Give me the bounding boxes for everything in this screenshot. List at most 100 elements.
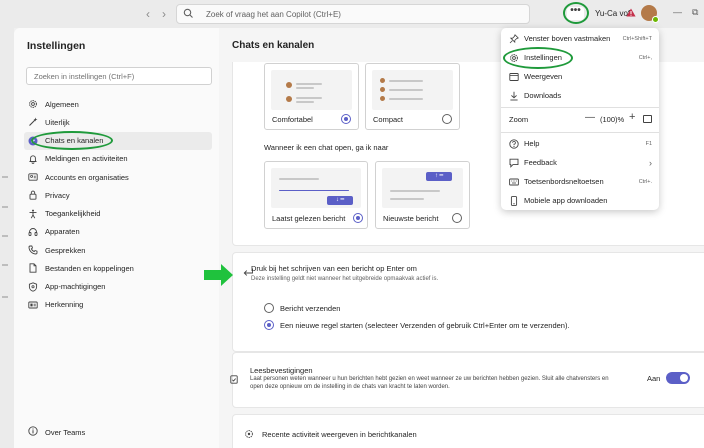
settings-title: Instellingen xyxy=(27,40,86,52)
menu-item-label: Weergeven xyxy=(524,72,563,81)
preview-line xyxy=(296,87,314,89)
info-icon xyxy=(28,426,38,438)
preview-line xyxy=(390,190,440,192)
open-chat-radio-last-read[interactable] xyxy=(353,213,363,223)
preview-jump-pill: ↑ ━ xyxy=(426,172,452,181)
file-icon xyxy=(28,263,38,274)
sidebar-item-accounts[interactable]: Accounts en organisaties xyxy=(24,168,212,186)
density-radio-comfortable[interactable] xyxy=(341,114,351,124)
forward-arrow-icon[interactable]: › xyxy=(162,7,166,21)
open-chat-option-newest[interactable]: ↑ ━ Nieuwste bericht xyxy=(375,161,470,229)
minimize-icon[interactable]: — xyxy=(673,7,682,17)
menu-item-view[interactable]: Weergeven xyxy=(501,67,659,86)
enter-radio-send[interactable] xyxy=(264,303,274,313)
warning-icon[interactable] xyxy=(626,8,636,17)
sidebar-item-general[interactable]: Algemeen xyxy=(24,95,212,113)
back-arrow-icon[interactable]: ‹ xyxy=(146,7,150,21)
sidebar-item-label: Algemeen xyxy=(45,99,79,109)
sidebar-item-label: Bestanden en koppelingen xyxy=(45,263,134,273)
sidebar-item-calls[interactable]: Gesprekken xyxy=(24,241,212,259)
open-chat-option-last-read[interactable]: ↓ ━ Laatst gelezen bericht xyxy=(264,161,368,229)
menu-item-settings[interactable]: Instellingen Ctrl+, xyxy=(501,48,659,67)
keyboard-icon xyxy=(509,177,519,187)
last-read-preview: ↓ ━ xyxy=(271,168,361,208)
sidebar-item-recognition[interactable]: Herkenning xyxy=(24,296,212,314)
rail-marker xyxy=(2,176,8,178)
preview-jump-pill: ↓ ━ xyxy=(327,196,353,205)
preview-line xyxy=(389,98,423,100)
title-bar: ‹ › Zoek of vraag het aan Copilot (Ctrl+… xyxy=(0,0,704,28)
preview-line xyxy=(296,101,314,103)
comfortable-preview xyxy=(271,70,352,110)
restore-icon[interactable]: ⧉ xyxy=(692,7,698,18)
account-icon xyxy=(28,172,38,182)
density-option-comfortable[interactable]: Comfortabel xyxy=(264,63,359,130)
submenu-chevron-icon: › xyxy=(649,157,652,168)
menu-item-label: Toetsenbordsneltoetsen xyxy=(524,177,604,186)
preview-avatar xyxy=(380,96,385,101)
settings-search-input[interactable]: Zoeken in instellingen (Ctrl+F) xyxy=(26,67,212,85)
more-options-menu: Venster boven vastmaken Ctrl+Shift+T Ins… xyxy=(501,28,659,210)
zoom-in-button[interactable]: + xyxy=(629,111,635,123)
open-chat-option-label: Nieuwste bericht xyxy=(383,214,439,223)
sidebar-item-chats-channels[interactable]: Chats en kanalen xyxy=(24,131,212,150)
open-chat-radio-newest[interactable] xyxy=(452,213,462,223)
sidebar-item-label: Herkenning xyxy=(45,300,84,310)
sidebar-item-label: Apparaten xyxy=(45,227,80,237)
sidebar-item-label: Meldingen en activiteiten xyxy=(45,154,128,164)
menu-item-shortcut: Ctrl+Shift+T xyxy=(622,35,652,42)
avatar[interactable] xyxy=(641,5,659,23)
sidebar-item-files[interactable]: Bestanden en koppelingen xyxy=(24,259,212,277)
zoom-row: Zoom — (100)% + xyxy=(509,111,652,126)
accessibility-icon xyxy=(28,209,38,219)
read-receipts-toggle[interactable] xyxy=(666,372,690,384)
sidebar-item-app-permissions[interactable]: App-machtigingen xyxy=(24,278,212,296)
density-option-compact[interactable]: Compact xyxy=(365,63,460,130)
preview-line xyxy=(389,80,423,82)
menu-item-help[interactable]: Help F1 xyxy=(501,134,659,153)
sidebar-item-notifications[interactable]: Meldingen en activiteiten xyxy=(24,150,212,168)
density-radio-compact[interactable] xyxy=(442,114,452,124)
read-receipt-icon xyxy=(230,375,238,384)
presence-dot xyxy=(652,16,659,23)
menu-item-label: Instellingen xyxy=(524,53,562,62)
sidebar-item-appearance[interactable]: Uiterlijk xyxy=(24,113,212,131)
settings-sidebar: Instellingen Zoeken in instellingen (Ctr… xyxy=(14,28,219,448)
preview-line xyxy=(390,198,424,200)
more-options-button[interactable]: ••• xyxy=(567,6,584,20)
sidebar-item-privacy[interactable]: Privacy xyxy=(24,186,212,204)
menu-item-keyboard-shortcuts[interactable]: Toetsenbordsneltoetsen Ctrl+. xyxy=(501,172,659,191)
menu-item-feedback[interactable]: Feedback › xyxy=(501,153,659,172)
badge-icon xyxy=(28,300,38,310)
menu-item-downloads[interactable]: Downloads xyxy=(501,86,659,105)
about-teams-link[interactable]: Over Teams xyxy=(28,426,85,438)
wand-icon xyxy=(28,117,38,127)
menu-item-pin-window[interactable]: Venster boven vastmaken Ctrl+Shift+T xyxy=(501,29,659,48)
read-receipts-toggle-label: Aan xyxy=(647,374,661,383)
fullscreen-icon[interactable] xyxy=(643,115,652,123)
gear-icon xyxy=(509,53,519,63)
chat-icon xyxy=(28,136,38,146)
about-teams-label: Over Teams xyxy=(45,427,86,437)
enter-option-newline[interactable]: Een nieuwe regel starten (selecteer Verz… xyxy=(264,320,570,330)
view-icon xyxy=(509,72,519,82)
sidebar-item-accessibility[interactable]: Toegankelijkheid xyxy=(24,205,212,223)
zoom-value: (100)% xyxy=(600,115,625,124)
search-input[interactable]: Zoek of vraag het aan Copilot (Ctrl+E) xyxy=(176,4,530,24)
newest-preview: ↑ ━ xyxy=(382,168,463,208)
feedback-icon xyxy=(509,158,519,168)
sidebar-item-devices[interactable]: Apparaten xyxy=(24,223,212,241)
org-label[interactable]: Yu-Ca vof xyxy=(595,9,630,18)
menu-item-mobile-app[interactable]: Mobiele app downloaden xyxy=(501,191,659,210)
rail-marker xyxy=(2,264,8,266)
enter-radio-newline[interactable] xyxy=(264,320,274,330)
menu-item-label: Venster boven vastmaken xyxy=(524,34,611,43)
enter-setting-title: Druk bij het schrijven van een bericht o… xyxy=(251,264,417,273)
read-receipts-description: Laat personen weten wanneer u hun berich… xyxy=(250,376,609,390)
preview-line xyxy=(389,89,423,91)
preview-avatar xyxy=(380,78,385,83)
menu-item-label: Help xyxy=(524,139,540,148)
zoom-out-button[interactable]: — xyxy=(585,112,595,123)
enter-option-send[interactable]: Bericht verzenden xyxy=(264,303,340,313)
bell-icon xyxy=(28,154,38,164)
